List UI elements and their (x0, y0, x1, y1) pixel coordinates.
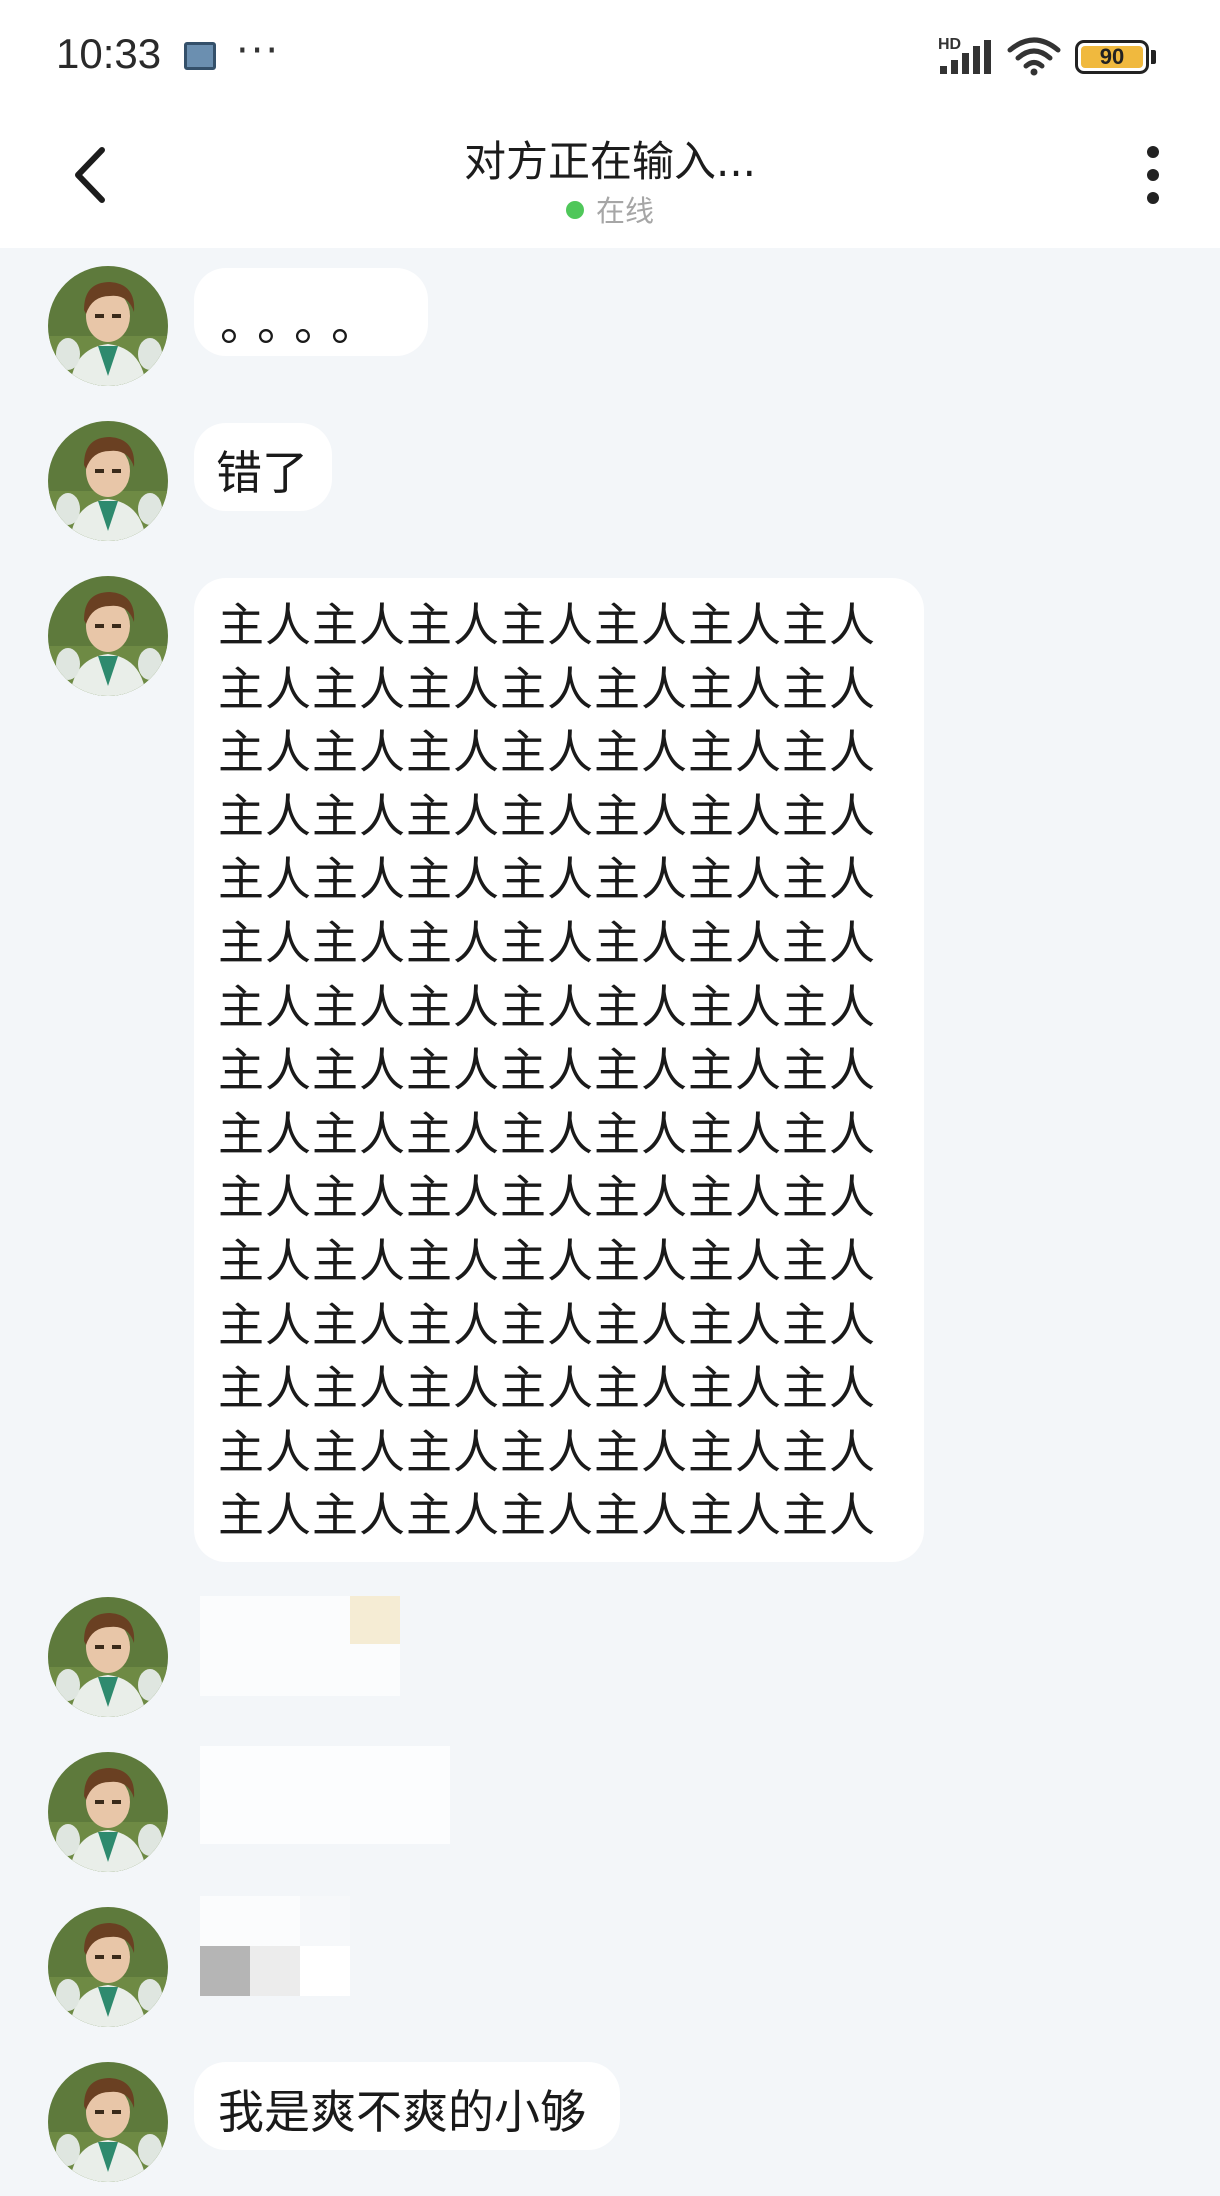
redaction-block (200, 1896, 300, 1946)
avatar[interactable] (48, 421, 168, 541)
redaction-block (200, 1946, 250, 1996)
avatar[interactable] (48, 576, 168, 696)
avatar-image (48, 2062, 168, 2182)
message-bubble[interactable]: 主人主人主人主人主人主人主人主人主人主人主人主人主人主人主人主人主人主人主人主人… (194, 578, 924, 1562)
avatar-image (48, 1752, 168, 1872)
more-notifications-icon: ··· (236, 28, 281, 74)
avatar[interactable] (48, 266, 168, 386)
battery-cap (1151, 50, 1156, 64)
redacted-message[interactable] (200, 1746, 450, 1844)
battery-level: 90 (1081, 46, 1143, 68)
avatar-image (48, 576, 168, 696)
avatar[interactable] (48, 1597, 168, 1717)
redacted-message[interactable] (200, 1596, 400, 1696)
redaction-block (350, 1596, 400, 1644)
avatar[interactable] (48, 1752, 168, 1872)
redaction-block (250, 1946, 300, 1996)
avatar-image (48, 1597, 168, 1717)
top-bar: 10:33 ··· HD 90 对方正在输入... 在线 (0, 0, 1220, 248)
app-notification-icon (184, 42, 216, 70)
avatar[interactable] (48, 2062, 168, 2182)
battery-icon: 90 (1075, 40, 1149, 74)
avatar-image (48, 266, 168, 386)
more-options-button[interactable] (1140, 146, 1166, 208)
chat-title: 对方正在输入... (463, 137, 757, 186)
wifi-icon (1007, 37, 1061, 76)
online-status-label: 在线 (595, 194, 654, 228)
avatar[interactable] (48, 1907, 168, 2027)
status-time: 10:33 (56, 30, 162, 77)
message-bubble[interactable]: 错了 (194, 423, 332, 511)
avatar-image (48, 1907, 168, 2027)
redaction-block (300, 1946, 350, 1996)
message-bubble[interactable]: 我是爽不爽的小够 (194, 2062, 620, 2150)
redacted-message[interactable] (200, 1896, 350, 1996)
online-dot-icon (565, 201, 584, 219)
avatar-image (48, 421, 168, 541)
message-bubble[interactable]: 。。。。 (194, 268, 428, 356)
signal-icon (940, 40, 991, 74)
online-status: 在线 (0, 188, 1220, 230)
